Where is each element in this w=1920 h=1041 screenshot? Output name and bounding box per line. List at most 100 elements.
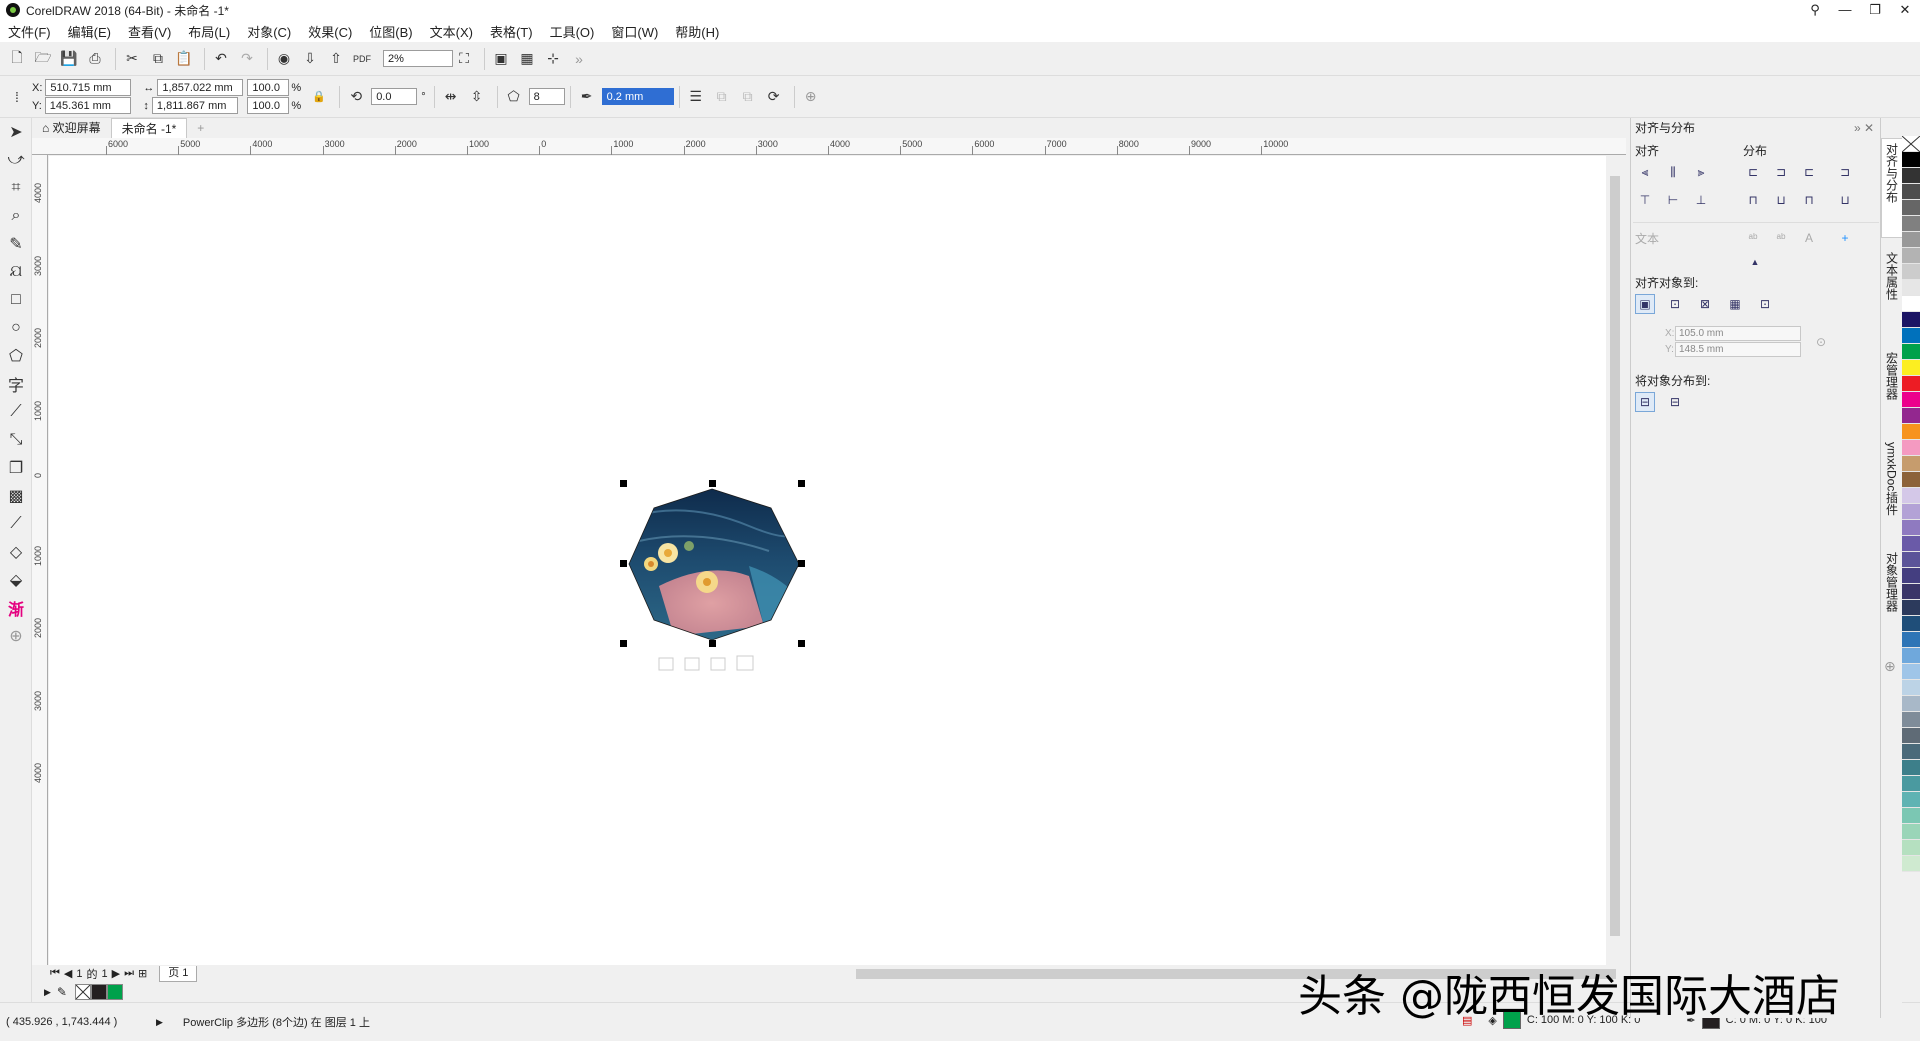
menu-file[interactable]: 文件(F) xyxy=(8,22,51,41)
align-point-y-field[interactable]: 148.5 mm xyxy=(1675,342,1801,357)
palette-swatch[interactable] xyxy=(1902,408,1920,424)
horizontal-ruler[interactable]: 6000 5000 4000 3000 2000 1000 0 1000 2000 3000 400… xyxy=(46,138,1626,155)
tab-document[interactable]: 未命名 -1* xyxy=(110,118,188,138)
align-to-page-edge-icon[interactable]: ⊡ xyxy=(1665,294,1685,314)
text-first-line-icon[interactable]: ᵃᵇ xyxy=(1743,228,1763,248)
distribute-center-v-icon[interactable]: ⊔ xyxy=(1771,190,1791,210)
palette-swatch[interactable] xyxy=(1902,616,1920,632)
powerclip-floating-toolbar[interactable] xyxy=(658,655,754,671)
zoom-fit-icon[interactable]: ⛶ xyxy=(453,48,475,70)
align-bottom-icon[interactable]: ⊥ xyxy=(1691,190,1711,210)
vertical-scroll-thumb[interactable] xyxy=(1610,176,1620,936)
align-to-grid-icon[interactable]: ▦ xyxy=(1725,294,1745,314)
paste-icon[interactable]: 📋 xyxy=(173,48,195,70)
copy-icon[interactable]: ⧉ xyxy=(147,48,169,70)
menu-table[interactable]: 表格(T) xyxy=(490,22,533,41)
palette-swatch[interactable] xyxy=(1902,568,1920,584)
add-docker-icon[interactable]: ⊕ xyxy=(1884,658,1896,675)
tab-text-properties[interactable]: 文本属性 xyxy=(1881,248,1903,328)
pick-tool-icon[interactable]: ➤ xyxy=(0,118,32,146)
palette-swatch[interactable] xyxy=(1902,264,1920,280)
add-icon[interactable]: ⊕ xyxy=(800,86,822,108)
scale-width-field[interactable]: 100.0 xyxy=(247,79,290,96)
palette-swatch[interactable] xyxy=(1902,680,1920,696)
page-tab[interactable]: 页 1 xyxy=(159,965,198,982)
last-page-icon[interactable]: ⏭ xyxy=(124,967,134,980)
tab-macro-manager[interactable]: 宏管理器 xyxy=(1881,348,1903,428)
palette-swatch[interactable] xyxy=(1902,664,1920,680)
ellipse-tool-icon[interactable]: ○ xyxy=(0,314,32,342)
distribute-to-selection-icon[interactable]: ⊟ xyxy=(1635,392,1655,412)
palette-swatch[interactable] xyxy=(1902,280,1920,296)
palette-swatch[interactable] xyxy=(1902,200,1920,216)
align-to-page-center-icon[interactable]: ⊠ xyxy=(1695,294,1715,314)
palette-swatch[interactable] xyxy=(1902,248,1920,264)
menu-object[interactable]: 对象(C) xyxy=(247,22,291,41)
palette-eyedropper-icon[interactable]: ✎ xyxy=(57,985,67,999)
add-tab-button[interactable]: + xyxy=(187,118,214,138)
align-top-icon[interactable]: ⊤ xyxy=(1635,190,1655,210)
account-icon[interactable]: ⚲ xyxy=(1800,0,1830,20)
palette-swatch[interactable] xyxy=(1902,424,1920,440)
minimize-button[interactable]: — xyxy=(1830,0,1860,20)
align-center-v-icon[interactable]: ⊢ xyxy=(1663,190,1683,210)
palette-swatch[interactable] xyxy=(1902,312,1920,328)
freehand-tool-icon[interactable]: ✎ xyxy=(0,230,32,258)
palette-swatch[interactable] xyxy=(1902,376,1920,392)
text-tool-icon[interactable]: 字 xyxy=(0,370,32,398)
palette-menu-icon[interactable]: ▶ xyxy=(44,987,51,998)
palette-swatch[interactable] xyxy=(1902,504,1920,520)
align-right-icon[interactable]: ⫸ xyxy=(1691,162,1711,182)
add-page-icon[interactable]: ⊞ xyxy=(138,967,147,980)
palette-swatch[interactable] xyxy=(1902,776,1920,792)
search-content-icon[interactable]: ◉ xyxy=(273,48,295,70)
menu-tools[interactable]: 工具(O) xyxy=(550,22,595,41)
text-last-line-icon[interactable]: ᵃᵇ xyxy=(1771,228,1791,248)
black-swatch[interactable] xyxy=(90,984,107,1000)
polygon-tool-icon[interactable]: ⬠ xyxy=(0,342,32,370)
align-center-h-icon[interactable]: ⫼ xyxy=(1663,162,1683,182)
restore-button[interactable]: ❐ xyxy=(1860,0,1890,20)
object-height-field[interactable]: 1,811.867 mm xyxy=(151,97,238,114)
to-back-icon[interactable]: ⧉ xyxy=(737,86,759,108)
palette-swatch[interactable] xyxy=(1902,712,1920,728)
gradient-plugin-icon[interactable]: 渐 xyxy=(0,594,32,622)
add-text-option-icon[interactable]: + xyxy=(1835,228,1855,248)
y-position-field[interactable]: 145.361 mm xyxy=(44,97,131,114)
palette-swatch[interactable] xyxy=(1902,328,1920,344)
palette-swatch[interactable] xyxy=(1902,296,1920,312)
show-grid-icon[interactable]: ▦ xyxy=(516,48,538,70)
palette-swatch[interactable] xyxy=(1902,696,1920,712)
smart-fill-icon[interactable]: ⬙ xyxy=(0,566,32,594)
distribute-right-icon[interactable]: ⊏ xyxy=(1799,162,1819,182)
rotation-angle-field[interactable]: 0.0 xyxy=(371,88,418,105)
distribute-spacing-h-icon[interactable]: ⊐ xyxy=(1835,162,1855,182)
snap-to-icon[interactable]: ⊹ xyxy=(542,48,564,70)
green-swatch[interactable] xyxy=(106,984,123,1000)
redo-icon[interactable]: ↷ xyxy=(236,48,258,70)
distribute-left-icon[interactable]: ⊏ xyxy=(1743,162,1763,182)
align-left-icon[interactable]: ⫷ xyxy=(1635,162,1655,182)
menu-help[interactable]: 帮助(H) xyxy=(675,22,719,41)
palette-swatch[interactable] xyxy=(1902,840,1920,856)
mirror-vertical-icon[interactable]: ⇳ xyxy=(466,86,488,108)
menu-view[interactable]: 查看(V) xyxy=(128,22,171,41)
palette-swatch[interactable] xyxy=(1902,440,1920,456)
print-icon[interactable]: ⎙ xyxy=(84,48,106,70)
shape-tool-icon[interactable]: ⤻ xyxy=(0,146,32,174)
menu-edit[interactable]: 编辑(E) xyxy=(68,22,111,41)
palette-swatch[interactable] xyxy=(1902,392,1920,408)
close-button[interactable]: ✕ xyxy=(1890,0,1920,20)
polygon-sides-field[interactable]: 8 xyxy=(528,88,565,105)
object-width-field[interactable]: 1,857.022 mm xyxy=(157,79,244,96)
align-to-active-objects-icon[interactable]: ▣ xyxy=(1635,294,1655,314)
palette-swatch[interactable] xyxy=(1902,232,1920,248)
undo-icon[interactable]: ↶ xyxy=(210,48,232,70)
menu-effects[interactable]: 效果(C) xyxy=(308,22,352,41)
distribute-top-icon[interactable]: ⊓ xyxy=(1743,190,1763,210)
open-icon[interactable]: 🗁 xyxy=(32,48,54,70)
palette-swatch[interactable] xyxy=(1902,760,1920,776)
palette-swatch[interactable] xyxy=(1902,648,1920,664)
distribute-center-h-icon[interactable]: ⊐ xyxy=(1771,162,1791,182)
palette-swatch[interactable] xyxy=(1902,792,1920,808)
